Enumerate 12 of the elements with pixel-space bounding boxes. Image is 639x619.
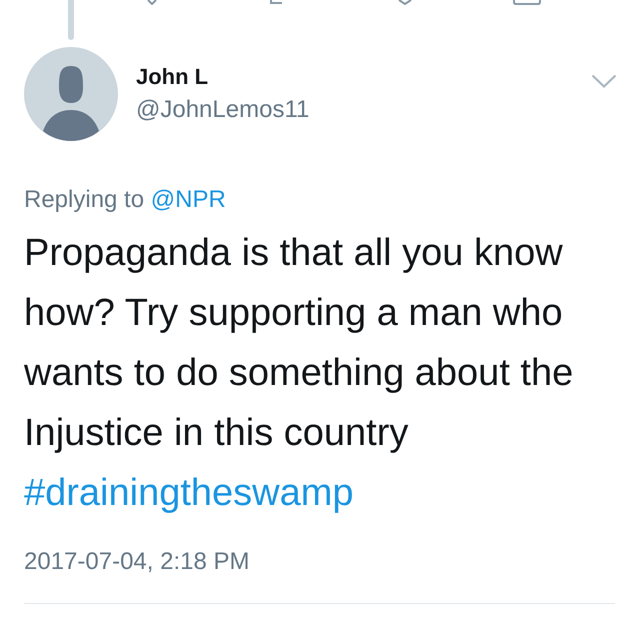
partial-icon[interactable] [397, 0, 413, 5]
author-name[interactable]: John L [136, 63, 310, 91]
timestamp: 2017-07-04, 2:18 PM [24, 547, 250, 577]
partial-icon[interactable] [146, 0, 158, 5]
default-avatar-icon[interactable] [24, 47, 118, 141]
replying-to-text: Replying to @NPR [24, 185, 227, 215]
hashtag-link[interactable]: #drainingtheswamp [24, 472, 354, 514]
partial-icon[interactable] [513, 0, 541, 5]
author-handle[interactable]: @JohnLemos11 [136, 95, 310, 125]
mention-link[interactable]: @NPR [150, 186, 226, 213]
caret-icon[interactable] [591, 74, 617, 88]
tweet-text: Propaganda is that all you know how? Try supporting a man who wants to do something about the Injustice in this country #drainingtheswamp [24, 231, 574, 516]
